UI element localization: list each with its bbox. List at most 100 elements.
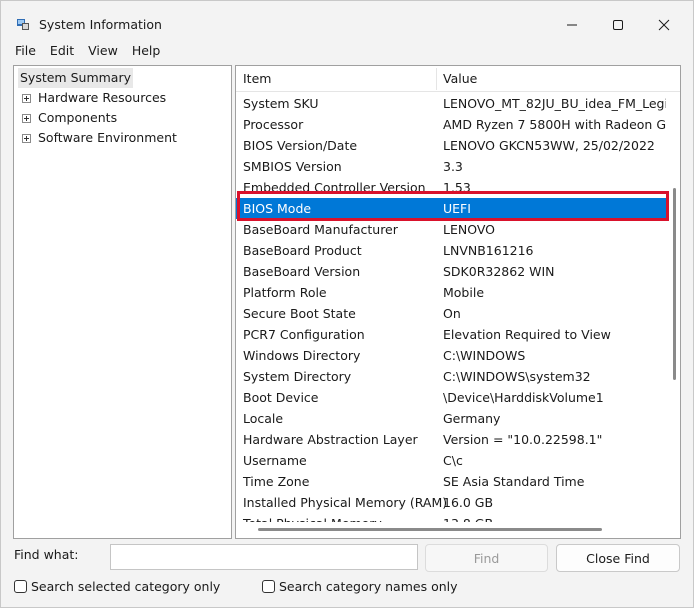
vertical-scrollbar[interactable] xyxy=(670,92,680,522)
search-category-names-option[interactable]: Search category names only xyxy=(262,578,458,594)
vertical-scroll-thumb[interactable] xyxy=(673,188,676,380)
row-item-value: 3.3 xyxy=(443,159,463,174)
menu-edit[interactable]: Edit xyxy=(43,41,81,61)
list-row[interactable]: Hardware Abstraction Layer Version = "10.… xyxy=(236,429,666,450)
list-row[interactable]: BIOS Version/Date LENOVO GKCN53WW, 25/02/… xyxy=(236,135,666,156)
highlight-annotation-box xyxy=(237,191,669,221)
row-item-name: Hardware Abstraction Layer xyxy=(243,432,418,447)
find-what-input[interactable] xyxy=(110,544,418,570)
list-row[interactable]: Boot Device \Device\HarddiskVolume1 xyxy=(236,387,666,408)
column-divider[interactable] xyxy=(436,68,437,90)
menu-file[interactable]: File xyxy=(1,41,43,61)
tree-item-system-summary[interactable]: System Summary xyxy=(18,68,133,88)
row-item-value: Germany xyxy=(443,411,501,426)
row-item-name: Time Zone xyxy=(243,474,310,489)
minimize-icon xyxy=(567,24,577,26)
row-item-value: LENOVO_MT_82JU_BU_idea_FM_Legion xyxy=(443,96,666,111)
tree-item-label: Components xyxy=(38,110,118,125)
system-information-icon xyxy=(16,17,30,31)
row-item-name: BaseBoard Manufacturer xyxy=(243,222,398,237)
plus-expander-icon[interactable] xyxy=(22,94,31,103)
list-rows: System SKU LENOVO_MT_82JU_BU_idea_FM_Legi… xyxy=(236,92,666,522)
tree-item-components[interactable]: Components xyxy=(22,108,222,128)
list-row[interactable]: Windows Directory C:\WINDOWS xyxy=(236,345,666,366)
row-item-name: System SKU xyxy=(243,96,319,111)
row-item-name: Username xyxy=(243,453,307,468)
row-item-value: Elevation Required to View xyxy=(443,327,611,342)
list-row[interactable]: Secure Boot State On xyxy=(236,303,666,324)
row-item-value: SDK0R32862 WIN xyxy=(443,264,555,279)
list-row[interactable]: Platform Role Mobile xyxy=(236,282,666,303)
horizontal-scrollbar[interactable] xyxy=(236,522,670,538)
tree-item-label: Software Environment xyxy=(38,130,177,145)
row-item-value: 13.8 GB xyxy=(443,513,666,522)
row-item-value: LENOVO xyxy=(443,222,496,237)
list-row[interactable]: Locale Germany xyxy=(236,408,666,429)
row-item-name: Boot Device xyxy=(243,390,319,405)
close-button[interactable] xyxy=(641,9,687,41)
list-header: Item Value xyxy=(236,66,680,92)
search-selected-category-label: Search selected category only xyxy=(31,578,221,594)
close-find-button[interactable]: Close Find xyxy=(556,544,680,572)
search-category-names-checkbox[interactable] xyxy=(262,579,275,593)
row-item-name: System Directory xyxy=(243,369,352,384)
row-item-name: BIOS Version/Date xyxy=(243,138,358,153)
list-row[interactable]: Installed Physical Memory (RAM) 16.0 GB xyxy=(236,492,666,513)
row-item-name: Platform Role xyxy=(243,285,327,300)
menu-bar: File Edit View Help xyxy=(1,41,167,61)
list-row[interactable]: Username C\c xyxy=(236,450,666,471)
search-selected-category-checkbox[interactable] xyxy=(14,579,27,593)
row-item-name: Total Physical Memory xyxy=(243,513,382,522)
column-header-value[interactable]: Value xyxy=(443,66,477,92)
maximize-button[interactable] xyxy=(595,9,641,41)
row-item-name: PCR7 Configuration xyxy=(243,327,365,342)
list-row[interactable]: BaseBoard Version SDK0R32862 WIN xyxy=(236,261,666,282)
list-row[interactable]: SMBIOS Version 3.3 xyxy=(236,156,666,177)
find-what-label: Find what: xyxy=(14,547,79,562)
plus-expander-icon[interactable] xyxy=(22,114,31,123)
row-item-name: Secure Boot State xyxy=(243,306,356,321)
row-item-value: C\c xyxy=(443,453,463,468)
list-row[interactable]: Time Zone SE Asia Standard Time xyxy=(236,471,666,492)
search-category-names-label: Search category names only xyxy=(279,578,458,594)
row-item-value: LNVNB161216 xyxy=(443,243,534,258)
list-row[interactable]: System SKU LENOVO_MT_82JU_BU_idea_FM_Legi… xyxy=(236,93,666,114)
row-item-name: BaseBoard Product xyxy=(243,243,362,258)
list-row[interactable]: System Directory C:\WINDOWS\system32 xyxy=(236,366,666,387)
plus-expander-icon[interactable] xyxy=(22,134,31,143)
tree-item-software-environment[interactable]: Software Environment xyxy=(22,128,222,148)
menu-help[interactable]: Help xyxy=(125,41,168,61)
tree-item-label: Hardware Resources xyxy=(38,90,167,105)
row-item-value: Version = "10.0.22598.1" xyxy=(443,432,603,447)
row-item-value: AMD Ryzen 7 5800H with Radeon Gra xyxy=(443,117,666,132)
horizontal-scroll-thumb[interactable] xyxy=(258,528,602,531)
search-selected-category-option[interactable]: Search selected category only xyxy=(14,578,220,594)
row-item-value: LENOVO GKCN53WW, 25/02/2022 xyxy=(443,138,655,153)
row-item-name: Processor xyxy=(243,117,304,132)
row-item-name: Locale xyxy=(243,411,284,426)
row-item-value: 16.0 GB xyxy=(443,495,494,510)
system-information-window: System Information File Edit View Help S… xyxy=(0,0,694,608)
list-row[interactable]: BaseBoard Manufacturer LENOVO xyxy=(236,219,666,240)
details-list: Item Value System SKU LENOVO_MT_82JU_BU_i… xyxy=(235,65,681,539)
row-item-name: Installed Physical Memory (RAM) xyxy=(243,495,448,510)
row-item-value: Mobile xyxy=(443,285,485,300)
category-tree: System Summary Hardware Resources Compon… xyxy=(13,65,232,539)
column-header-item[interactable]: Item xyxy=(243,66,271,92)
window-title: System Information xyxy=(39,17,162,32)
list-row[interactable]: Total Physical Memory 13.8 GB xyxy=(236,513,666,522)
find-button[interactable]: Find xyxy=(425,544,548,572)
row-item-value: SE Asia Standard Time xyxy=(443,474,585,489)
row-item-value: \Device\HarddiskVolume1 xyxy=(443,390,604,405)
row-item-value: On xyxy=(443,306,461,321)
menu-view[interactable]: View xyxy=(81,41,125,61)
tree-item-hardware-resources[interactable]: Hardware Resources xyxy=(22,88,222,108)
row-item-name: BaseBoard Version xyxy=(243,264,361,279)
list-row[interactable]: PCR7 Configuration Elevation Required to … xyxy=(236,324,666,345)
maximize-icon xyxy=(613,20,623,30)
list-row[interactable]: Processor AMD Ryzen 7 5800H with Radeon G… xyxy=(236,114,666,135)
row-item-name: Windows Directory xyxy=(243,348,361,363)
minimize-button[interactable] xyxy=(549,9,595,41)
list-row[interactable]: BaseBoard Product LNVNB161216 xyxy=(236,240,666,261)
row-item-value: C:\WINDOWS\system32 xyxy=(443,369,591,384)
